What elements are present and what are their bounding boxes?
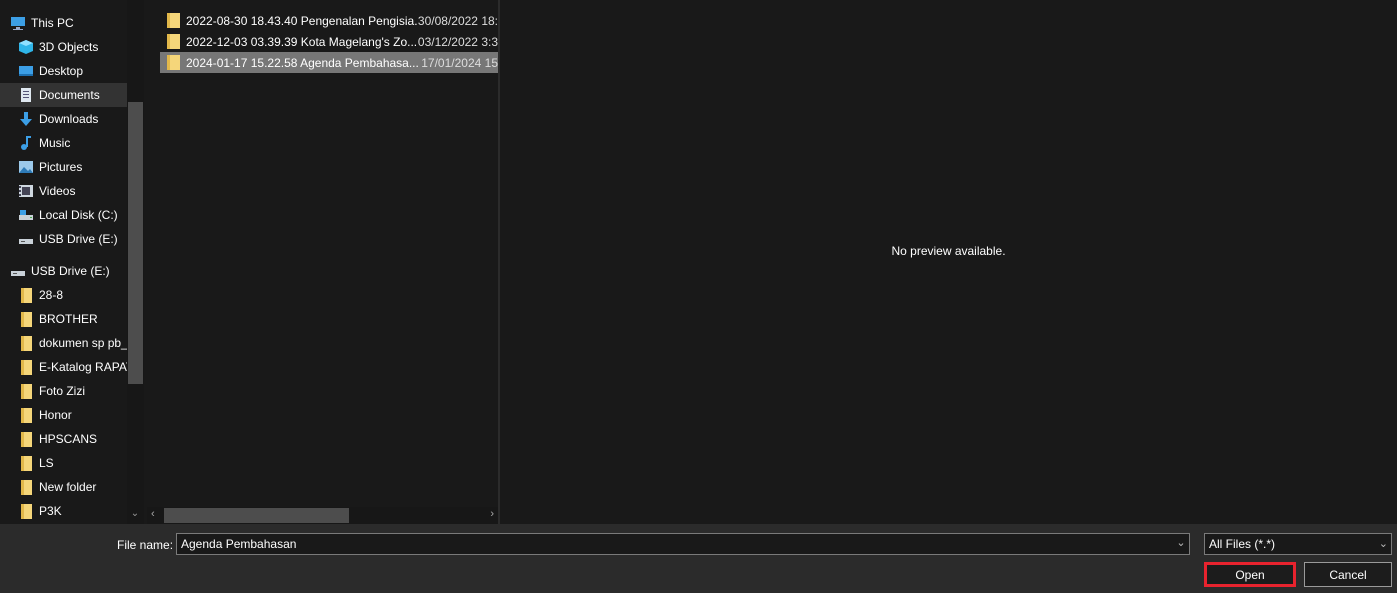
nav-item-videos[interactable]: Videos	[18, 179, 145, 203]
nav-item-folder[interactable]: LS	[18, 451, 145, 475]
nav-item-label: USB Drive (E:)	[39, 232, 118, 246]
nav-item-folder[interactable]: P3K	[18, 499, 145, 523]
dialog-footer: File name: ⌄ All Files (*.*) ⌄ Open Canc…	[0, 524, 1397, 593]
file-name: 2024-01-17 15.22.58 Agenda Pembahasa...	[186, 55, 419, 70]
music-note-icon	[18, 135, 34, 151]
folder-icon	[18, 383, 34, 399]
nav-item-folder[interactable]: E-Katalog RAPAT	[18, 355, 127, 379]
nav-item-label: Foto Zizi	[39, 384, 86, 398]
nav-item-label: Desktop	[39, 64, 84, 78]
file-name-label: File name:	[117, 538, 174, 552]
pictures-icon	[18, 159, 34, 175]
nav-item-label: New folder	[39, 480, 97, 494]
file-name: 2022-12-03 03.39.39 Kota Magelang's Zo..…	[186, 34, 418, 49]
file-row-selected[interactable]: 2024-01-17 15.22.58 Agenda Pembahasa... …	[160, 52, 498, 73]
horizontal-scrollbar-thumb[interactable]	[164, 508, 349, 523]
folder-icon	[18, 431, 34, 447]
nav-item-usb-drive-root[interactable]: USB Drive (E:)	[10, 259, 137, 283]
nav-item-label: 3D Objects	[39, 40, 99, 54]
folder-icon	[167, 13, 180, 28]
nav-item-this-pc[interactable]: This PC	[10, 11, 137, 35]
preview-message: No preview available.	[891, 244, 1006, 258]
file-date: 30/08/2022 18:	[417, 13, 498, 28]
folder-icon	[18, 479, 34, 495]
nav-item-local-disk[interactable]: Local Disk (C:)	[18, 203, 145, 227]
nav-item-folder[interactable]: New folder	[18, 475, 145, 499]
desktop-icon	[18, 63, 34, 79]
documents-icon	[18, 87, 34, 103]
nav-item-label: USB Drive (E:)	[31, 264, 110, 278]
preview-pane: No preview available.	[500, 0, 1397, 524]
usb-drive-icon	[18, 231, 34, 247]
folder-icon	[167, 55, 180, 70]
file-type-select[interactable]: All Files (*.*) ⌄	[1204, 533, 1392, 555]
nav-item-3d-objects[interactable]: 3D Objects	[18, 35, 145, 59]
3d-objects-icon	[18, 39, 34, 55]
nav-item-documents[interactable]: Documents	[0, 83, 127, 107]
nav-item-usb-drive[interactable]: USB Drive (E:)	[18, 227, 145, 251]
file-list: 2022-08-30 18.43.40 Pengenalan Pengisia.…	[147, 0, 567, 524]
nav-item-folder[interactable]: Foto Zizi	[18, 379, 145, 403]
nav-item-label: Documents	[39, 88, 100, 102]
file-date: 03/12/2022 3:3	[417, 34, 498, 49]
folder-icon	[18, 311, 34, 327]
nav-item-label: Local Disk (C:)	[39, 208, 118, 222]
download-arrow-icon	[18, 111, 34, 127]
nav-item-folder[interactable]: dokumen sp pb_	[18, 331, 127, 355]
nav-item-label: LS	[39, 456, 54, 470]
nav-item-folder[interactable]: HPSCANS	[18, 427, 145, 451]
local-disk-icon	[18, 207, 34, 223]
folder-icon	[18, 455, 34, 471]
pc-icon	[10, 15, 26, 31]
file-name: 2022-08-30 18.43.40 Pengenalan Pengisia.…	[186, 13, 418, 28]
file-date: 17/01/2024 15	[421, 55, 498, 70]
nav-item-folder[interactable]: Honor	[18, 403, 145, 427]
nav-scrollbar-thumb[interactable]	[128, 102, 143, 384]
folder-icon	[18, 359, 34, 375]
folder-icon	[18, 287, 34, 303]
chevron-right-icon[interactable]: ›	[490, 508, 494, 520]
folder-icon	[18, 335, 34, 351]
nav-item-label: Pictures	[39, 160, 83, 174]
chevron-down-icon[interactable]: ⌄	[129, 508, 141, 520]
nav-item-desktop[interactable]: Desktop	[18, 59, 145, 83]
chevron-down-icon[interactable]: ⌄	[1174, 536, 1188, 552]
usb-drive-icon	[10, 263, 26, 279]
nav-item-label: Downloads	[39, 112, 99, 126]
nav-item-label: BROTHER	[39, 312, 98, 326]
nav-item-label: dokumen sp pb_	[39, 336, 127, 350]
nav-item-label: This PC	[31, 16, 74, 30]
folder-icon	[18, 407, 34, 423]
videos-icon	[18, 183, 34, 199]
nav-item-label: HPSCANS	[39, 432, 98, 446]
file-name-input[interactable]	[176, 533, 1190, 555]
nav-item-pictures[interactable]: Pictures	[18, 155, 145, 179]
folder-icon	[18, 503, 34, 519]
file-type-value: All Files (*.*)	[1209, 537, 1276, 551]
nav-item-downloads[interactable]: Downloads	[18, 107, 145, 131]
nav-item-label: E-Katalog RAPAT	[39, 360, 127, 374]
nav-item-folder[interactable]: BROTHER	[18, 307, 145, 331]
chevron-down-icon: ⌄	[1378, 538, 1388, 550]
nav-item-label: 28-8	[39, 288, 64, 302]
nav-item-label: Videos	[39, 184, 76, 198]
cancel-button[interactable]: Cancel	[1304, 562, 1392, 587]
nav-item-label: P3K	[39, 504, 62, 518]
chevron-left-icon[interactable]: ‹	[151, 508, 155, 520]
nav-item-music[interactable]: Music	[18, 131, 145, 155]
nav-item-folder[interactable]: 28-8	[18, 283, 145, 307]
file-row[interactable]: 2022-12-03 03.39.39 Kota Magelang's Zo..…	[160, 31, 498, 52]
open-button[interactable]: Open	[1204, 562, 1296, 587]
file-row[interactable]: 2022-08-30 18.43.40 Pengenalan Pengisia.…	[160, 10, 498, 31]
folder-icon	[167, 34, 180, 49]
nav-item-label: Music	[39, 136, 71, 150]
navigation-pane: This PC 3D Objects Desktop Documents Dow…	[0, 0, 145, 524]
nav-item-label: Honor	[39, 408, 72, 422]
horizontal-scrollbar[interactable]: ‹ ›	[147, 507, 498, 524]
